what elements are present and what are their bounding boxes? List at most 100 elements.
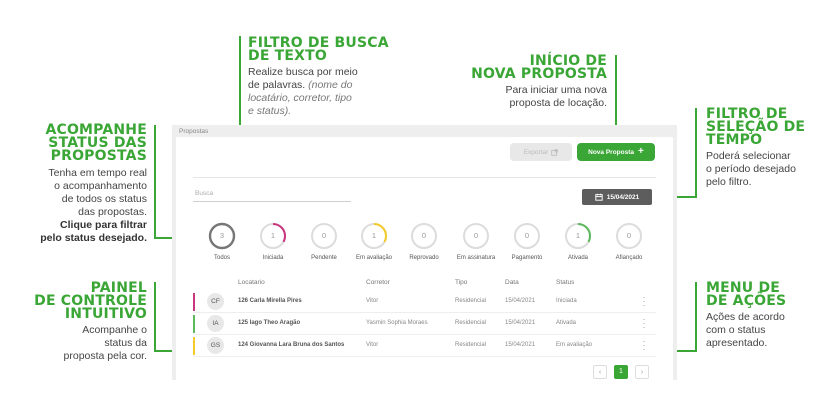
column-header-locatario: Locatario	[238, 279, 265, 286]
cell-tipo: Residencial	[455, 342, 487, 348]
status-filter-2[interactable]: 0 Pendente	[299, 222, 349, 261]
status-count: 0	[626, 231, 632, 240]
status-filter-4[interactable]: 0 Reprovado	[399, 222, 449, 261]
divider	[193, 177, 656, 178]
search-input[interactable]: Busca	[193, 188, 351, 202]
avatar: IA	[207, 315, 224, 332]
cell-locatario: 124 Giovanna Lara Bruna dos Santos	[238, 342, 345, 348]
connector-painel-v	[154, 282, 156, 352]
connector-acompanhe-v	[154, 125, 156, 239]
cell-corretor: Yasmin Sophia Moraes	[366, 320, 428, 326]
status-ring: 0	[462, 222, 490, 250]
annotation-menu-title: MENU DE DE AÇÕES	[706, 280, 787, 309]
actions-menu-icon[interactable]: · · ·	[641, 337, 647, 354]
cell-status: Ativada	[556, 320, 577, 326]
connector-nova-proposta	[615, 55, 617, 126]
status-ring: 1	[259, 222, 287, 250]
annotation-menu-text: Ações de acordo com o status apresentado.	[706, 311, 785, 349]
annotation-nova-proposta-title: INÍCIO DE NOVA PROPOSTA	[471, 53, 607, 82]
cell-data: 15/04/2021	[505, 298, 536, 304]
cell-status: Iniciada	[556, 298, 577, 304]
annotation-nova-proposta-text: Para iniciar uma nova proposta de locação…	[505, 84, 607, 109]
status-count: 0	[473, 231, 479, 240]
annotation-painel-title: PAINEL DE CONTROLE INTUITIVO	[34, 280, 147, 322]
status-count: 1	[575, 231, 581, 240]
annotation-filtro-tempo-text: Poderá selecionar o período desejado pelo …	[706, 150, 796, 188]
connector-filtro-tempo-v	[695, 108, 697, 198]
status-count: 0	[321, 231, 327, 240]
status-ring: 1	[360, 222, 388, 250]
status-filter-0[interactable]: 3 Todos	[197, 222, 247, 261]
status-ring: 1	[564, 222, 592, 250]
status-count: 0	[524, 231, 530, 240]
annotation-acompanhe-title: ACOMPANHE STATUS DAS PROPOSTAS	[45, 122, 147, 164]
screen: FILTRO DE BUSCA DE TEXTO Realize busca po…	[0, 0, 840, 420]
cell-tipo: Residencial	[455, 320, 487, 326]
status-filter-7[interactable]: 1 Ativada	[553, 222, 603, 261]
status-label: Iniciada	[262, 255, 284, 261]
pagination-next[interactable]: ›	[635, 365, 649, 379]
page-title: Propostas	[179, 128, 209, 135]
cell-corretor: Vitor	[366, 298, 379, 304]
annotation-filtro-tempo-title: FILTRO DE SELEÇÃO DE TEMPO	[706, 106, 806, 148]
avatar: GS	[207, 337, 224, 354]
pagination-prev[interactable]: ‹	[593, 365, 607, 379]
proposals-card: Exportar Nova Proposta + Busca 15/04/202…	[176, 137, 673, 380]
table-row[interactable]: CF 126 Carla Mirella Pires Vitor Residen…	[193, 291, 656, 313]
status-ring: 0	[513, 222, 541, 250]
status-ring: 0	[310, 222, 338, 250]
annotation-filtro-busca-title: FILTRO DE BUSCA DE TEXTO	[248, 35, 389, 64]
export-button[interactable]: Exportar	[510, 143, 572, 161]
status-color-bar	[193, 315, 195, 333]
status-label: Reprovado	[409, 255, 439, 261]
date-filter-button[interactable]: 15/04/2021	[582, 189, 652, 205]
calendar-icon	[595, 193, 603, 201]
cell-locatario: 126 Carla Mirella Pires	[238, 298, 302, 304]
cell-tipo: Residencial	[455, 298, 487, 304]
export-icon	[551, 148, 559, 156]
avatar: CF	[207, 293, 224, 310]
cell-status: Em avaliação	[556, 342, 593, 348]
status-label: Em avaliação	[355, 255, 393, 261]
plus-icon: +	[638, 146, 644, 157]
cell-locatario: 125 Iago Theo Aragão	[238, 320, 301, 326]
status-color-bar	[193, 293, 195, 311]
column-header-tipo: Tipo	[455, 279, 468, 286]
table-row[interactable]: IA 125 Iago Theo Aragão Yasmin Sophia Mo…	[193, 313, 656, 335]
cell-corretor: Vitor	[366, 342, 379, 348]
status-filter-3[interactable]: 1 Em avaliação	[349, 222, 399, 261]
status-label: Pendente	[311, 255, 337, 261]
status-count: 1	[371, 231, 377, 240]
status-label: Todos	[213, 255, 230, 261]
status-filter-8[interactable]: 0 Afiançado	[604, 222, 654, 261]
status-filter-5[interactable]: 0 Em assinatura	[451, 222, 501, 261]
actions-menu-icon[interactable]: · · ·	[641, 293, 647, 310]
cell-data: 15/04/2021	[505, 342, 536, 348]
annotation-acompanhe-text: Tenha em tempo real o acompanhamento de to…	[40, 167, 147, 244]
connector-menu-v	[695, 282, 697, 352]
annotation-filtro-busca-text: Realize busca por meio de palavras. (nom…	[248, 66, 358, 117]
actions-menu-icon[interactable]: · · ·	[641, 315, 647, 332]
status-label: Em assinatura	[456, 255, 496, 261]
pagination-page[interactable]: 1	[614, 365, 628, 379]
status-ring: 0	[615, 222, 643, 250]
app-window: Propostas Exportar Nova Proposta + Busca…	[172, 125, 677, 380]
status-filter-6[interactable]: 0 Pagamento	[502, 222, 552, 261]
column-header-corretor: Corretor	[366, 279, 390, 286]
status-count: 0	[421, 231, 427, 240]
status-label: Pagamento	[511, 255, 543, 261]
status-label: Afiançado	[615, 255, 643, 261]
table-row[interactable]: GS 124 Giovanna Lara Bruna dos Santos Vi…	[193, 335, 656, 357]
status-ring: 3	[208, 222, 236, 250]
status-ring: 0	[410, 222, 438, 250]
annotation-painel-text: Acompanhe o status da proposta pela cor.	[63, 324, 147, 362]
status-count: 3	[219, 231, 225, 240]
new-proposal-button[interactable]: Nova Proposta +	[577, 143, 655, 161]
column-header-data: Data	[505, 279, 519, 286]
status-count: 1	[270, 231, 276, 240]
status-label: Ativada	[567, 255, 588, 261]
cell-data: 15/04/2021	[505, 320, 536, 326]
status-filter-1[interactable]: 1 Iniciada	[248, 222, 298, 261]
status-color-bar	[193, 337, 195, 355]
column-header-status: Status	[556, 279, 575, 286]
